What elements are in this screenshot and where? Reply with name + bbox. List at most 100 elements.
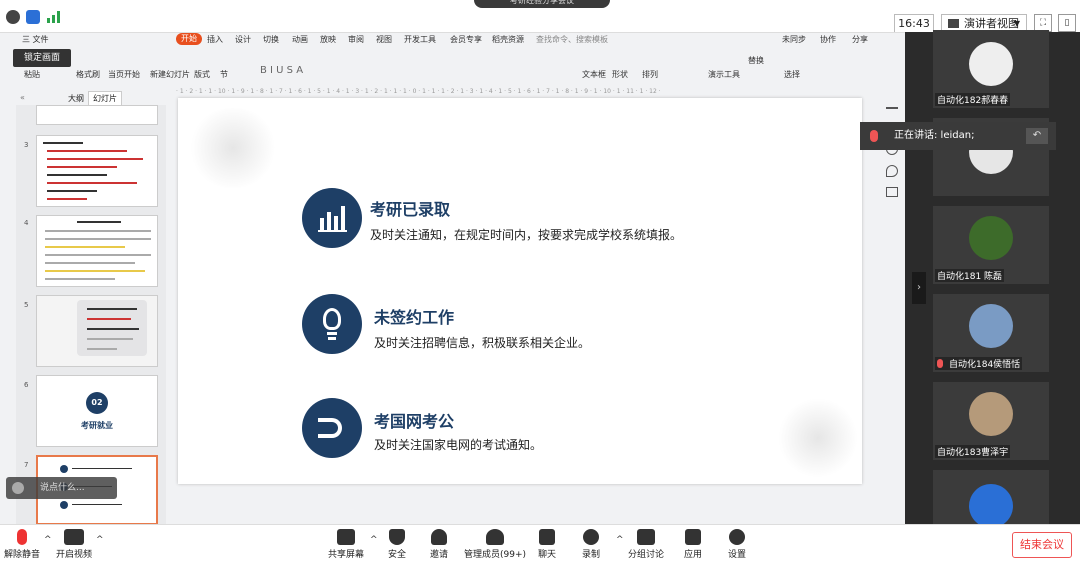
invite-button[interactable]: 邀请	[430, 527, 448, 560]
avatar	[969, 484, 1013, 524]
menu-insert[interactable]: 插入	[207, 34, 223, 45]
chevron-up-icon[interactable]: ^	[44, 535, 52, 545]
share-screen-button[interactable]: 共享屏幕	[328, 527, 364, 560]
presenter-view-icon	[948, 19, 959, 28]
menu-member[interactable]: 会员专享	[450, 34, 482, 45]
menu-developer[interactable]: 开发工具	[404, 34, 436, 45]
apps-button[interactable]: 应用	[684, 527, 702, 560]
collapse-panel-button[interactable]: ›	[912, 272, 926, 304]
ribbon-layout[interactable]: 版式	[194, 69, 210, 80]
chat-quick-input[interactable]: 说点什么...	[6, 477, 117, 499]
window-titlebar: 考研经验分享会议 16:43 演讲者视图 ▼ ⛶ ▯	[0, 0, 1080, 33]
ribbon-new-slide[interactable]: 新建幻灯片	[150, 69, 190, 80]
chat-icon	[539, 529, 555, 545]
mic-icon	[870, 130, 878, 142]
slide-thumbnail-2[interactable]	[36, 105, 158, 125]
ribbon-replace[interactable]: 替换	[748, 55, 764, 66]
slide-thumbnail-4[interactable]	[36, 215, 158, 287]
camera-off-icon	[64, 529, 84, 545]
gear-icon	[729, 529, 745, 545]
participant-tile[interactable]	[933, 470, 1049, 524]
chevron-up-icon[interactable]: ^	[96, 535, 104, 545]
participant-name: 自动化182郝春春	[935, 93, 1011, 106]
slide-thumbnail-5[interactable]	[36, 295, 158, 367]
thumb-number-6: 6	[24, 381, 29, 389]
chevron-up-icon[interactable]: ^	[370, 535, 378, 545]
ribbon-current-start[interactable]: 当页开始	[108, 69, 140, 80]
menu-transition[interactable]: 切换	[263, 34, 279, 45]
back-icon[interactable]: ↶	[1026, 128, 1048, 144]
ribbon-shape[interactable]: 形状	[612, 69, 628, 80]
slide-thumbnail-6[interactable]: 02 考研就业	[36, 375, 158, 447]
menu-file[interactable]: 三 文件	[22, 34, 49, 45]
record-button[interactable]: 录制	[582, 527, 600, 560]
slide-thumbnail-panel[interactable]: 3 4 5 6 02 考研就业 7	[16, 105, 166, 525]
collapse-panel-icon[interactable]: «	[20, 93, 25, 102]
menu-slideshow[interactable]: 放映	[320, 34, 336, 45]
chevron-up-icon[interactable]: ^	[616, 535, 624, 545]
menu-animation[interactable]: 动画	[292, 34, 308, 45]
share-button[interactable]: 分享	[852, 34, 868, 45]
mic-muted-icon	[937, 359, 943, 368]
item-1-desc: 及时关注通知，在规定时间内，按要求完成学校系统填报。	[370, 228, 683, 242]
menu-review[interactable]: 审阅	[348, 34, 364, 45]
avatar	[969, 42, 1013, 86]
ribbon-format-painter[interactable]: 格式刷	[76, 69, 100, 80]
participant-tile[interactable]: 自动化181 陈磊	[933, 206, 1049, 284]
security-button[interactable]: 安全	[388, 527, 406, 560]
bar-chart-icon	[302, 188, 362, 248]
members-icon	[486, 529, 505, 545]
layout-icon[interactable]: ▯	[1058, 14, 1076, 32]
end-meeting-button[interactable]: 结束会议	[1012, 532, 1072, 558]
manage-members-button[interactable]: 管理成员(99+)	[464, 527, 526, 560]
info-icon[interactable]	[6, 10, 20, 24]
tab-outline[interactable]: 大纲	[68, 93, 84, 104]
collab-button[interactable]: 协作	[820, 34, 836, 45]
ribbon-select[interactable]: 选择	[784, 69, 800, 80]
lock-screen-button[interactable]: 锁定画面	[13, 49, 71, 67]
magnet-icon	[302, 398, 362, 458]
slide-thumbnail-3[interactable]	[36, 135, 158, 207]
menu-design[interactable]: 设计	[235, 34, 251, 45]
menu-docer[interactable]: 稻壳资源	[492, 34, 524, 45]
tab-slides[interactable]: 幻灯片	[88, 91, 122, 106]
item-3-title: 考国网考公	[374, 412, 455, 431]
start-video-button[interactable]: 开启视频	[56, 527, 92, 560]
emoji-icon[interactable]	[12, 482, 24, 494]
ribbon-arrange[interactable]: 排列	[642, 69, 658, 80]
item-1-title: 考研已录取	[370, 200, 451, 219]
menu-start[interactable]: 开始	[176, 33, 202, 45]
settings-button[interactable]: 设置	[728, 527, 746, 560]
breakout-label: 分组讨论	[628, 550, 665, 560]
sync-status[interactable]: 未同步	[782, 34, 806, 45]
participant-tile[interactable]: 自动化182郝春春	[933, 30, 1049, 108]
location-icon[interactable]	[886, 165, 898, 177]
thumb-number-5: 5	[24, 301, 29, 309]
screen-icon[interactable]	[886, 187, 898, 197]
ribbon-toolbar: 粘贴 格式刷 当页开始 新建幻灯片 版式 节 文本框 形状 排列 演示工具 替换…	[0, 47, 905, 85]
participant-name: 自动化184侯悟恬	[935, 357, 1023, 370]
mic-muted-icon	[17, 529, 27, 545]
ribbon-presentation-tools[interactable]: 演示工具	[708, 69, 740, 80]
chat-button[interactable]: 聊天	[538, 527, 556, 560]
thumb-title: 考研就业	[81, 421, 113, 430]
record-label: 录制	[582, 550, 601, 560]
meeting-title: 考研经验分享会议	[474, 0, 610, 8]
share-screen-label: 共享屏幕	[328, 550, 365, 560]
ribbon-section[interactable]: 节	[220, 69, 228, 80]
participant-tile[interactable]: 自动化183曹泽宇	[933, 382, 1049, 460]
ribbon-paste[interactable]: 粘贴	[24, 69, 40, 80]
search-command-input[interactable]: 查找命令、搜索模板	[536, 34, 608, 45]
signal-icon	[47, 11, 61, 23]
menu-view[interactable]: 视图	[376, 34, 392, 45]
shield-icon[interactable]	[26, 10, 40, 24]
breakout-button[interactable]: 分组讨论	[628, 527, 664, 560]
settings-label: 设置	[728, 550, 747, 560]
participant-tile[interactable]: 自动化184侯悟恬	[933, 294, 1049, 372]
thumb-number-7: 7	[24, 461, 29, 469]
unmute-button[interactable]: 解除静音	[4, 527, 40, 560]
font-style-buttons[interactable]: B I U S A	[260, 65, 303, 76]
ribbon-textbox[interactable]: 文本框	[582, 69, 606, 80]
participant-name: 自动化183曹泽宇	[935, 445, 1011, 458]
properties-icon[interactable]	[886, 107, 898, 109]
